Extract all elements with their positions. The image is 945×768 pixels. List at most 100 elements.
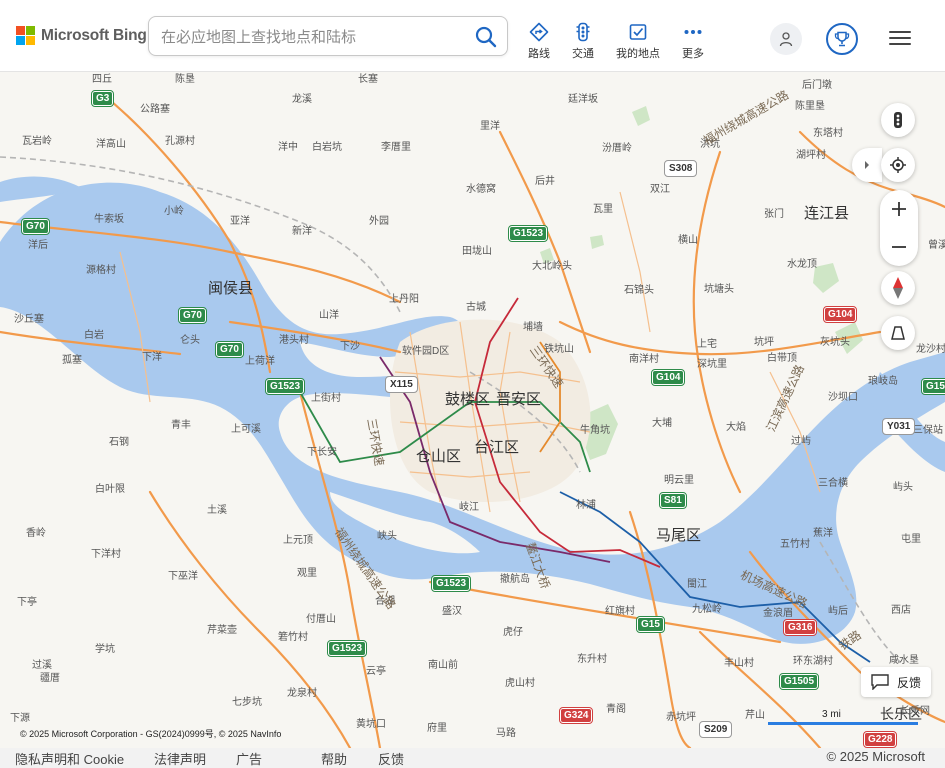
bing-logo[interactable]: Microsoft Bing — [16, 26, 147, 45]
route-shield: G15 — [636, 616, 665, 633]
locate-me-button[interactable] — [881, 148, 915, 182]
nav-label: 我的地点 — [616, 48, 660, 60]
place-label: 马路 — [496, 728, 516, 739]
place-label: 龙沙村 — [916, 344, 945, 355]
place-label: 新洋 — [292, 226, 312, 237]
traffic-icon — [576, 22, 590, 42]
place-label: 上宅 — [697, 339, 717, 350]
route-shield: S308 — [663, 160, 698, 177]
route-shield: G324 — [558, 707, 594, 724]
route-shield: S81 — [659, 492, 687, 509]
place-label: 箬竹村 — [278, 632, 308, 643]
search-button[interactable] — [473, 24, 499, 50]
search-input[interactable] — [159, 23, 463, 51]
compass-button[interactable] — [881, 271, 915, 305]
footer-link-advertise[interactable]: 广告 — [236, 749, 262, 768]
place-label: 小岭 — [164, 206, 184, 217]
top-bar: Microsoft Bing 路线 交通 我的地点 — [0, 0, 945, 72]
place-label: 南山前 — [428, 660, 458, 671]
place-label: 屿后 — [828, 606, 848, 617]
place-label: 源格村 — [86, 265, 116, 276]
footer-link-feedback[interactable]: 反馈 — [378, 749, 404, 768]
place-label: 仑头 — [180, 335, 200, 346]
place-label: 盛汉 — [442, 606, 462, 617]
footer-link-help[interactable]: 帮助 — [321, 749, 347, 768]
district-label: 台江区 — [474, 439, 520, 456]
zoom-out-button[interactable] — [880, 228, 918, 266]
route-shield: G1501 — [920, 378, 945, 395]
route-shield: G1505 — [778, 673, 820, 690]
route-shield: G1523 — [430, 575, 472, 592]
place-label: 土溪 — [207, 505, 227, 516]
nav-more[interactable]: 更多 — [663, 22, 723, 61]
search-box — [148, 16, 508, 56]
route-shield: G70 — [21, 218, 50, 235]
expand-panel-button[interactable] — [852, 148, 882, 182]
place-label: 白叶限 — [95, 484, 125, 495]
menu-button[interactable] — [889, 28, 911, 46]
trophy-icon — [834, 31, 850, 47]
place-label: 虎山村 — [505, 678, 535, 689]
nav-label: 更多 — [682, 48, 704, 60]
place-label: 虎仔 — [503, 627, 523, 638]
place-label: 蕉洋 — [813, 528, 833, 539]
place-label: 铁坑山 — [544, 344, 574, 355]
route-shield: X115 — [385, 376, 418, 393]
chevron-right-icon — [865, 161, 869, 169]
tilt-view-button[interactable] — [881, 316, 915, 350]
place-label: 下洋 — [142, 352, 162, 363]
place-label: 青阁 — [606, 704, 626, 715]
sign-in-avatar[interactable] — [770, 23, 802, 55]
place-label: 红旗村 — [605, 606, 635, 617]
compass-icon — [893, 277, 903, 299]
traffic-layer-button[interactable] — [881, 103, 915, 137]
footer-link-privacy[interactable]: 隐私声明和 Cookie — [15, 749, 124, 768]
rewards-button[interactable] — [826, 23, 858, 55]
place-label: 屿头 — [893, 482, 913, 493]
place-label: 过屿 — [791, 436, 811, 447]
place-label: 石锦头 — [624, 285, 654, 296]
place-label: 上荷洋 — [245, 356, 275, 367]
zoom-controls — [880, 190, 918, 266]
place-label: 山洋 — [319, 310, 339, 321]
menu-icon — [889, 31, 911, 33]
district-label: 晋安区 — [496, 391, 542, 408]
tilt-icon — [891, 326, 905, 340]
zoom-in-button[interactable] — [880, 190, 918, 228]
place-label: 牛角坑 — [580, 425, 610, 436]
place-label: 洋高山 — [96, 139, 126, 150]
place-label: 双江 — [650, 184, 670, 195]
place-label: 亚洋 — [230, 216, 250, 227]
place-label: 下沙 — [340, 341, 360, 352]
place-label: 港头村 — [279, 335, 309, 346]
place-label: 横山 — [678, 235, 698, 246]
nav-my-places[interactable]: 我的地点 — [608, 22, 668, 61]
place-label: 撤航岛 — [500, 574, 530, 585]
place-label: 峡头 — [377, 531, 397, 542]
place-label: 孔源村 — [165, 136, 195, 147]
footer-link-legal[interactable]: 法律声明 — [154, 749, 206, 768]
map-attribution: © 2025 Microsoft Corporation - GS(2024)0… — [20, 729, 282, 739]
place-label: 四丘 — [92, 74, 112, 85]
map-canvas[interactable]: 闽侯县 鼓楼区 晋安区 台江区 仓山区 马尾区 连江县 长乐区 四丘 陈垦 长塞… — [0, 72, 945, 748]
place-label: 下洋村 — [91, 549, 121, 560]
nav-traffic[interactable]: 交通 — [553, 22, 613, 61]
map-feedback-button[interactable]: 反馈 — [861, 667, 932, 697]
place-label: 白岩 — [84, 330, 104, 341]
place-label: 上丹阳 — [389, 294, 419, 305]
route-shield: G70 — [215, 341, 244, 358]
traffic-light-icon — [894, 112, 902, 128]
route-shield: Y031 — [881, 418, 916, 435]
place-label: 湖坪村 — [796, 150, 826, 161]
place-label: 李厝里 — [381, 142, 411, 153]
place-label: 灰坑头 — [820, 337, 850, 348]
route-shield: G1523 — [507, 225, 549, 242]
place-label: 赤坑坪 — [666, 712, 696, 723]
route-shield: G3 — [90, 90, 115, 107]
place-label: 曾溪 — [928, 240, 945, 251]
place-label: 东升村 — [577, 654, 607, 665]
place-label: 水德窝 — [466, 184, 496, 195]
route-shield: G1523 — [264, 378, 306, 395]
place-label: 石钢 — [109, 437, 129, 448]
feedback-label: 反馈 — [897, 675, 922, 690]
